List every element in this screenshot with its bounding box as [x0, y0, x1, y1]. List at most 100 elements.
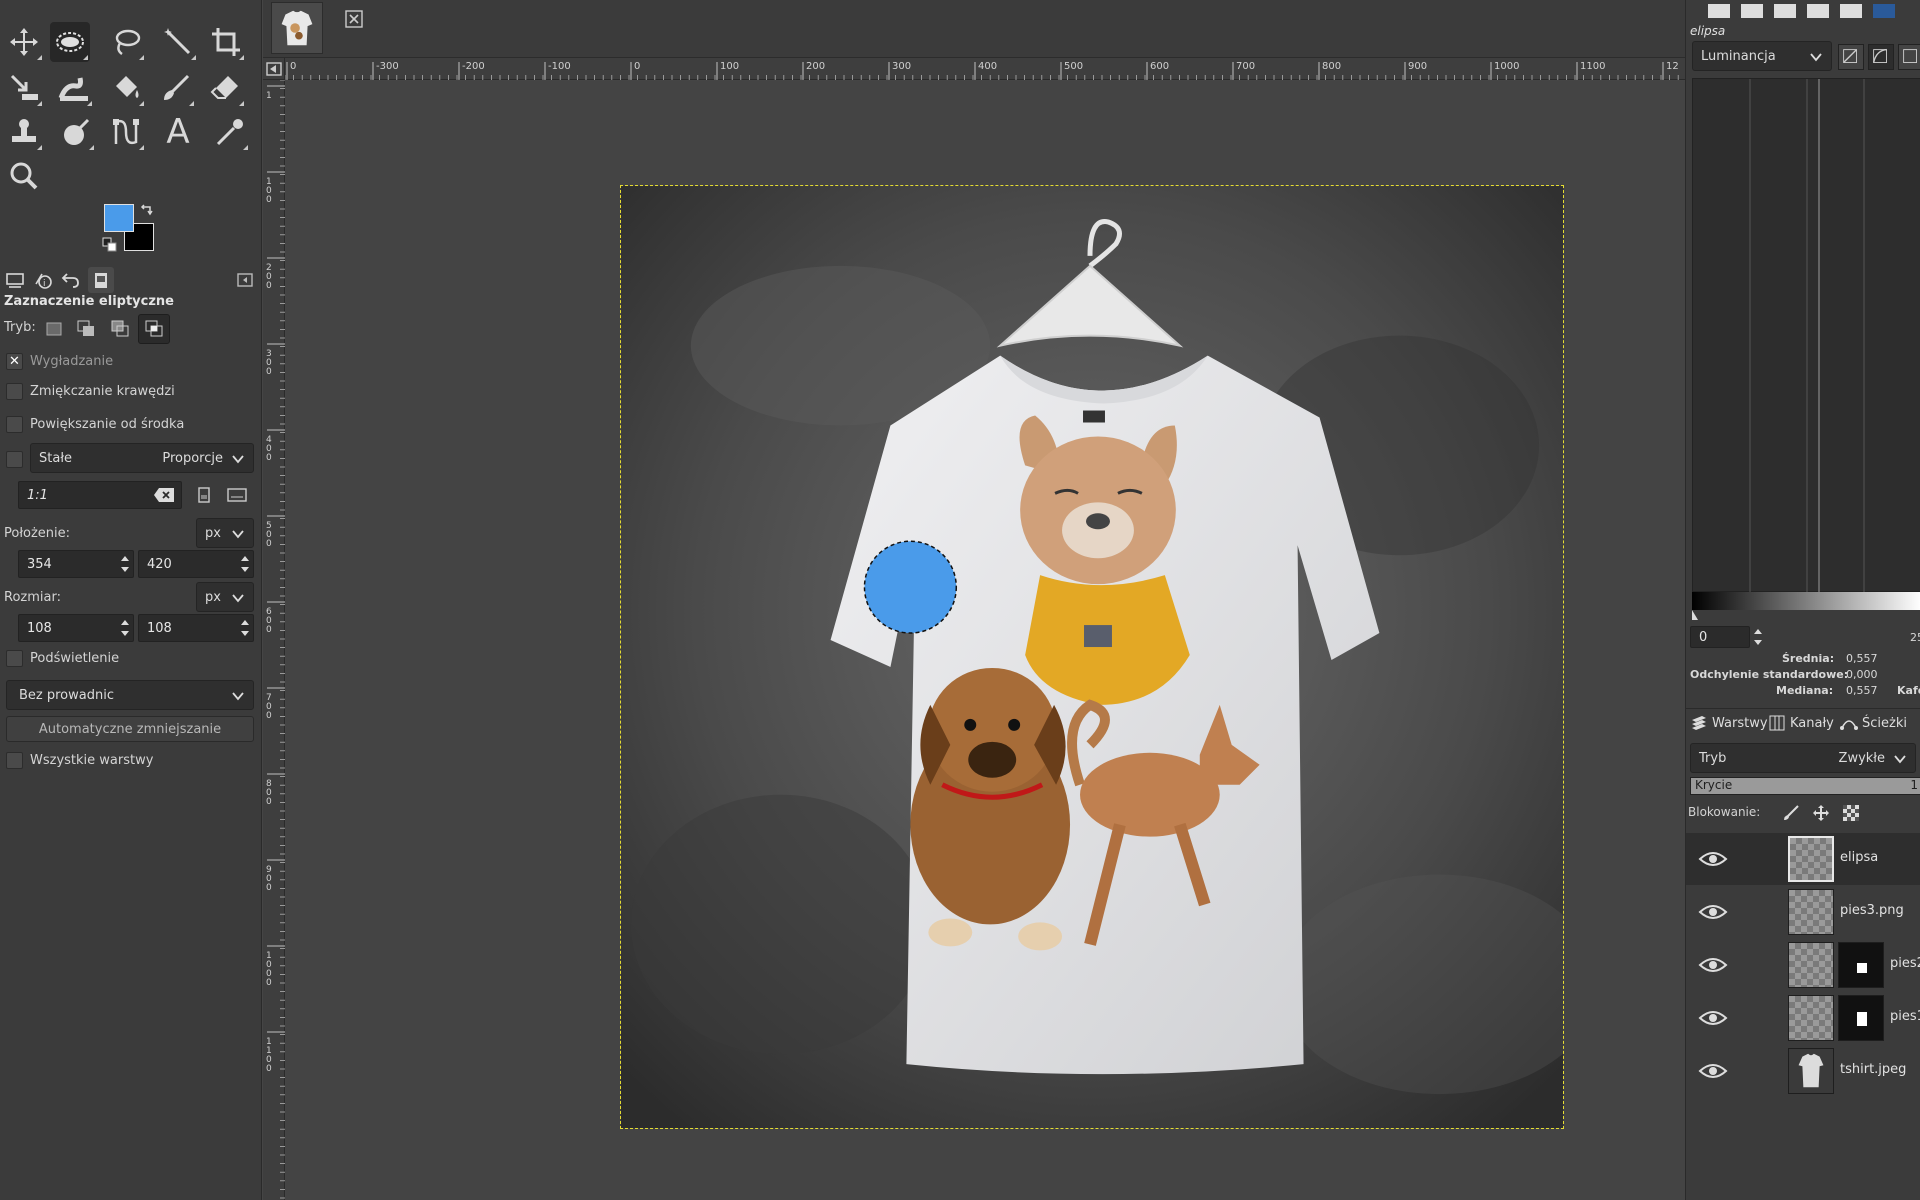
close-icon[interactable]: [345, 10, 363, 28]
mode-replace-button[interactable]: [38, 314, 70, 344]
layer-thumbnail[interactable]: [1788, 942, 1834, 988]
reset-colors-icon[interactable]: [102, 237, 118, 253]
layer-row-pies3[interactable]: pies3.png: [1686, 886, 1920, 938]
eraser-tool[interactable]: [206, 68, 246, 108]
tab-device-status[interactable]: i: [30, 267, 56, 293]
warp-transform-tool[interactable]: [54, 68, 94, 108]
move-tool[interactable]: [4, 22, 44, 62]
spin-icon[interactable]: [119, 553, 131, 575]
tab-images[interactable]: [88, 267, 114, 293]
bucket-fill-tool[interactable]: [106, 68, 146, 108]
spin-icon[interactable]: [119, 617, 131, 639]
mode-add-button[interactable]: [70, 314, 102, 344]
eye-icon[interactable]: [1698, 901, 1728, 923]
fuzzy-select-tool[interactable]: [158, 22, 198, 62]
swap-colors-icon[interactable]: [139, 202, 155, 218]
histogram-graph[interactable]: [1692, 78, 1920, 593]
expand-center-checkbox[interactable]: [6, 416, 23, 433]
lock-alpha-icon[interactable]: [1842, 804, 1860, 822]
layer-thumbnail[interactable]: [1788, 995, 1834, 1041]
highlight-checkbox[interactable]: [6, 650, 23, 667]
position-unit-dropdown[interactable]: px: [196, 518, 254, 548]
tab-layers[interactable]: Warstwy: [1690, 714, 1768, 732]
vertical-ruler[interactable]: 110020030040050060070080090010001100: [263, 79, 285, 1200]
size-width-input[interactable]: 108: [18, 614, 134, 642]
fixed-checkbox[interactable]: [6, 451, 23, 468]
ruler-corner-button[interactable]: [263, 58, 285, 80]
all-layers-checkbox[interactable]: [6, 752, 23, 769]
lock-pixels-icon[interactable]: [1782, 804, 1800, 822]
layer-row-pies1[interactable]: pies1: [1686, 992, 1920, 1044]
horizontal-ruler[interactable]: 0 -300 -200 -100 0 100 200 300 400 500 600 700 800 90…: [284, 58, 1685, 80]
zoom-tool[interactable]: [4, 156, 44, 196]
bucket-icon: [116, 76, 139, 98]
position-y-input[interactable]: 420: [138, 550, 254, 578]
range-start-input[interactable]: 0: [1690, 626, 1750, 648]
layer-name[interactable]: pies1: [1890, 1009, 1920, 1024]
fixed-aspect-dropdown[interactable]: Stałe Proporcje: [30, 443, 254, 473]
tab-tool-options[interactable]: [2, 267, 28, 293]
mode-subtract-button[interactable]: [104, 314, 136, 344]
layer-mask-thumbnail[interactable]: [1838, 995, 1884, 1041]
layer-name[interactable]: pies2: [1890, 956, 1920, 971]
layer-row-tshirt[interactable]: tshirt.jpeg: [1686, 1045, 1920, 1097]
spin-icon[interactable]: [239, 553, 251, 575]
position-x-input[interactable]: 354: [18, 550, 134, 578]
feather-checkbox[interactable]: [6, 383, 23, 400]
spin-icon[interactable]: [1752, 626, 1764, 648]
log-histogram-button[interactable]: [1868, 44, 1894, 70]
landscape-icon[interactable]: [226, 486, 248, 504]
auto-shrink-button[interactable]: Automatyczne zmniejszanie: [6, 716, 254, 742]
crop-tool[interactable]: [206, 22, 246, 62]
tab-channels[interactable]: Kanały: [1768, 714, 1834, 732]
size-unit-dropdown[interactable]: px: [196, 582, 254, 612]
layer-thumbnail[interactable]: [1788, 889, 1834, 935]
clone-tool[interactable]: [4, 112, 44, 152]
layer-name[interactable]: pies3.png: [1840, 903, 1904, 918]
ellipse-select-tool[interactable]: [50, 22, 90, 62]
smudge-tool[interactable]: [56, 112, 96, 152]
spin-icon[interactable]: [239, 617, 251, 639]
eye-icon[interactable]: [1698, 1060, 1728, 1082]
text-tool[interactable]: A: [158, 112, 198, 152]
histogram-extra-button[interactable]: [1898, 44, 1920, 70]
guides-dropdown[interactable]: Bez prowadnic: [6, 680, 254, 710]
layer-thumbnail[interactable]: [1788, 836, 1834, 882]
layer-row-elipsa[interactable]: elipsa: [1686, 833, 1920, 885]
foreground-color-swatch[interactable]: [104, 204, 134, 232]
portrait-icon[interactable]: [195, 486, 213, 504]
layer-name[interactable]: elipsa: [1840, 850, 1878, 865]
configure-tab-button[interactable]: [232, 267, 258, 293]
eye-icon[interactable]: [1698, 954, 1728, 976]
clear-icon[interactable]: [153, 487, 175, 503]
histogram-channel-dropdown[interactable]: Luminancja: [1692, 41, 1832, 71]
image-canvas[interactable]: [620, 185, 1564, 1129]
tab-undo-history[interactable]: [58, 267, 84, 293]
eye-icon[interactable]: [1698, 1007, 1728, 1029]
layer-thumbnail[interactable]: [1788, 1048, 1834, 1094]
linear-histogram-button[interactable]: [1838, 44, 1864, 70]
paths-icon: [113, 119, 139, 145]
opacity-slider[interactable]: Krycie 1: [1690, 777, 1920, 795]
layer-mask-thumbnail[interactable]: [1838, 942, 1884, 988]
layer-row-pies2[interactable]: pies2: [1686, 939, 1920, 991]
lock-position-icon[interactable]: [1812, 804, 1830, 822]
image-tab-thumbnail[interactable]: [271, 2, 323, 54]
mode-intersect-button[interactable]: [138, 314, 170, 344]
color-picker-tool[interactable]: [210, 112, 250, 152]
ruler-label: 400: [978, 61, 997, 72]
range-start-handle-icon[interactable]: [1690, 610, 1700, 620]
antialiasing-checkbox[interactable]: ✕: [6, 353, 23, 370]
layer-name[interactable]: tshirt.jpeg: [1840, 1062, 1906, 1077]
tab-paths[interactable]: Ścieżki: [1840, 714, 1907, 732]
paintbrush-tool[interactable]: [156, 68, 196, 108]
position-x-value: 354: [27, 556, 52, 572]
ratio-input[interactable]: 1:1: [18, 481, 182, 509]
eye-icon[interactable]: [1698, 848, 1728, 870]
paths-tool[interactable]: [106, 112, 146, 152]
size-height-input[interactable]: 108: [138, 614, 254, 642]
unified-transform-tool[interactable]: [4, 68, 44, 108]
free-select-tool[interactable]: [106, 22, 146, 62]
canvas-area[interactable]: [286, 81, 1685, 1200]
layer-mode-dropdown[interactable]: Tryb Zwykłe: [1690, 743, 1916, 773]
